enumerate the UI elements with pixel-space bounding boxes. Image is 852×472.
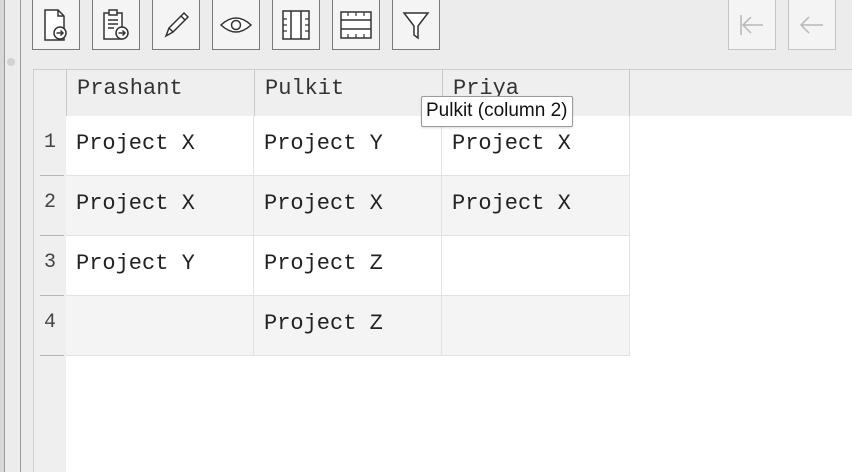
- table-cell[interactable]: Project X: [254, 176, 442, 236]
- pencil-icon: [164, 11, 190, 38]
- table-cell[interactable]: Project X: [66, 116, 254, 176]
- previous-page-icon: [799, 15, 823, 34]
- column-tooltip: Pulkit (column 2): [421, 96, 573, 127]
- first-page-icon: [740, 14, 763, 35]
- new-document-icon: [44, 8, 67, 41]
- paste-document-icon: [103, 8, 129, 40]
- paste-document-button[interactable]: [92, 0, 140, 50]
- table-cell[interactable]: [442, 236, 630, 296]
- table-cell[interactable]: Project Y: [254, 116, 442, 176]
- panel-divider[interactable]: [20, 0, 21, 472]
- table-cell[interactable]: [66, 296, 254, 356]
- row-number[interactable]: 1: [34, 116, 66, 176]
- new-document-button[interactable]: [32, 0, 80, 50]
- row-number[interactable]: 4: [34, 296, 66, 356]
- column-header-prashant[interactable]: Prashant: [66, 70, 254, 116]
- table-cell[interactable]: Project Z: [254, 296, 442, 356]
- table-cell[interactable]: Project X: [442, 176, 630, 236]
- row-number[interactable]: 3: [34, 236, 66, 296]
- rows-button[interactable]: [332, 0, 380, 50]
- data-grid[interactable]: Prashant Pulkit Priya 1 2 3 4 Project X …: [33, 69, 852, 472]
- table-cell[interactable]: [442, 296, 630, 356]
- splitter-handle[interactable]: [7, 58, 15, 66]
- view-button[interactable]: [212, 0, 260, 50]
- filter-button[interactable]: [392, 0, 440, 50]
- columns-icon: [282, 9, 310, 40]
- table-cell[interactable]: Project Y: [66, 236, 254, 296]
- table-cell[interactable]: Project Z: [254, 236, 442, 296]
- left-panel-edge: [0, 0, 5, 472]
- eye-icon: [219, 16, 253, 33]
- grid-corner: [34, 70, 66, 116]
- row-number[interactable]: 2: [34, 176, 66, 236]
- rows-icon: [340, 10, 372, 39]
- filter-icon: [402, 11, 430, 39]
- columns-button[interactable]: [272, 0, 320, 50]
- table-cell[interactable]: Project X: [66, 176, 254, 236]
- edit-button[interactable]: [152, 0, 200, 50]
- first-page-button[interactable]: [728, 0, 776, 50]
- previous-page-button[interactable]: [788, 0, 836, 50]
- column-header-pulkit[interactable]: Pulkit: [254, 70, 442, 116]
